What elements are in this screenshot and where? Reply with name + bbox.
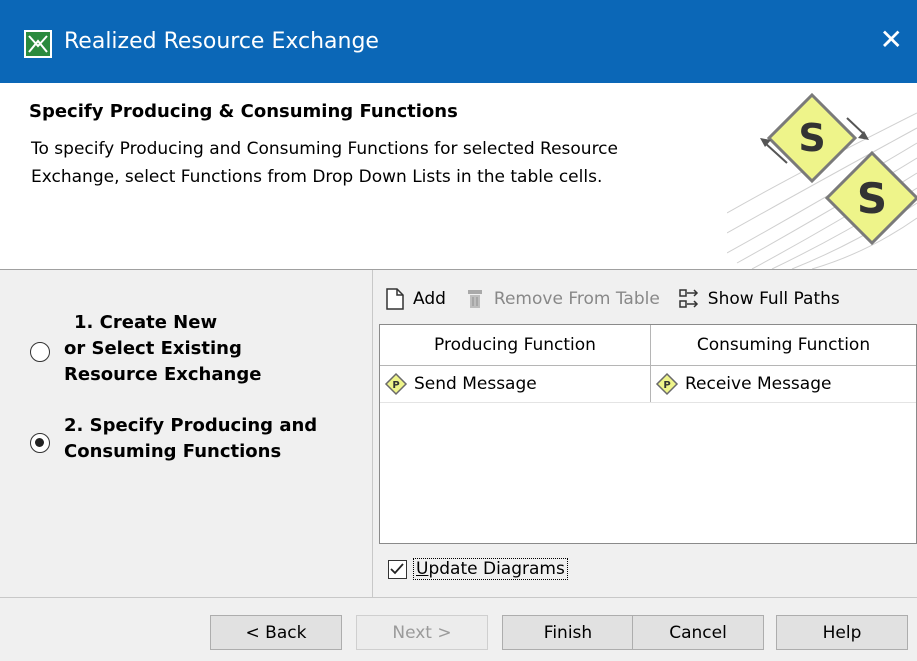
svg-text:P: P (392, 380, 399, 391)
title-bar: Realized Resource Exchange ✕ (0, 0, 917, 83)
help-button[interactable]: Help (776, 615, 908, 650)
back-button[interactable]: < Back (210, 615, 342, 650)
panel-divider (372, 270, 373, 597)
wizard-header: Specify Producing & Consuming Functions … (0, 83, 917, 270)
button-bar: < Back Next > Finish Cancel Help (0, 597, 917, 661)
page-heading: Specify Producing & Consuming Functions (29, 101, 458, 122)
column-header-consuming[interactable]: Consuming Function (651, 325, 916, 365)
new-document-icon (386, 288, 404, 310)
update-diagrams-label: Update Diagrams (413, 558, 568, 580)
add-button[interactable]: Add (385, 287, 446, 311)
function-icon: P (655, 372, 679, 396)
window-title: Realized Resource Exchange (64, 29, 379, 54)
update-diagrams-checkbox[interactable] (388, 559, 407, 579)
next-button[interactable]: Next > (356, 615, 488, 650)
step-2-label: 2. Specify Producing and Consuming Funct… (64, 415, 318, 462)
function-icon: P (384, 372, 408, 396)
step-1-label: 1. Create New or Select Existing Resourc… (64, 312, 262, 385)
table-row: P Send Message P Receive Message (380, 366, 916, 403)
table-toolbar: Add Remove From Table Show Full Paths (385, 283, 858, 315)
consuming-function-cell[interactable]: P Receive Message (651, 366, 916, 402)
page-description: To specify Producing and Consuming Funct… (31, 139, 618, 187)
table-header: Producing Function Consuming Function (380, 325, 916, 366)
finish-button[interactable]: Finish (502, 615, 634, 650)
step-specify-functions-option[interactable]: 2. Specify Producing and Consuming Funct… (30, 413, 317, 465)
close-icon[interactable]: ✕ (880, 24, 903, 56)
delete-icon (467, 290, 482, 308)
exchange-logo-icon: S S (727, 92, 917, 269)
paths-icon (679, 289, 698, 308)
producing-function-cell[interactable]: P Send Message (380, 366, 651, 402)
show-full-paths-button[interactable]: Show Full Paths (678, 288, 840, 310)
logo-letter-bottom: S (857, 174, 887, 223)
steps-panel: 1. Create New or Select Existing Resourc… (0, 270, 370, 597)
app-icon (24, 30, 52, 58)
functions-table: Producing Function Consuming Function P … (379, 324, 917, 544)
column-header-producing[interactable]: Producing Function (380, 325, 651, 365)
cancel-button[interactable]: Cancel (632, 615, 764, 650)
remove-from-table-button[interactable]: Remove From Table (464, 288, 660, 310)
logo-letter-top: S (798, 116, 825, 160)
step-2-radio[interactable] (30, 433, 50, 453)
step-1-radio[interactable] (30, 342, 50, 362)
checkmark-icon (390, 562, 404, 574)
update-diagrams-checkbox-row[interactable]: Update Diagrams (388, 558, 568, 580)
step-create-or-select-option[interactable]: 1. Create New or Select Existing Resourc… (30, 310, 261, 388)
svg-text:P: P (663, 380, 670, 391)
